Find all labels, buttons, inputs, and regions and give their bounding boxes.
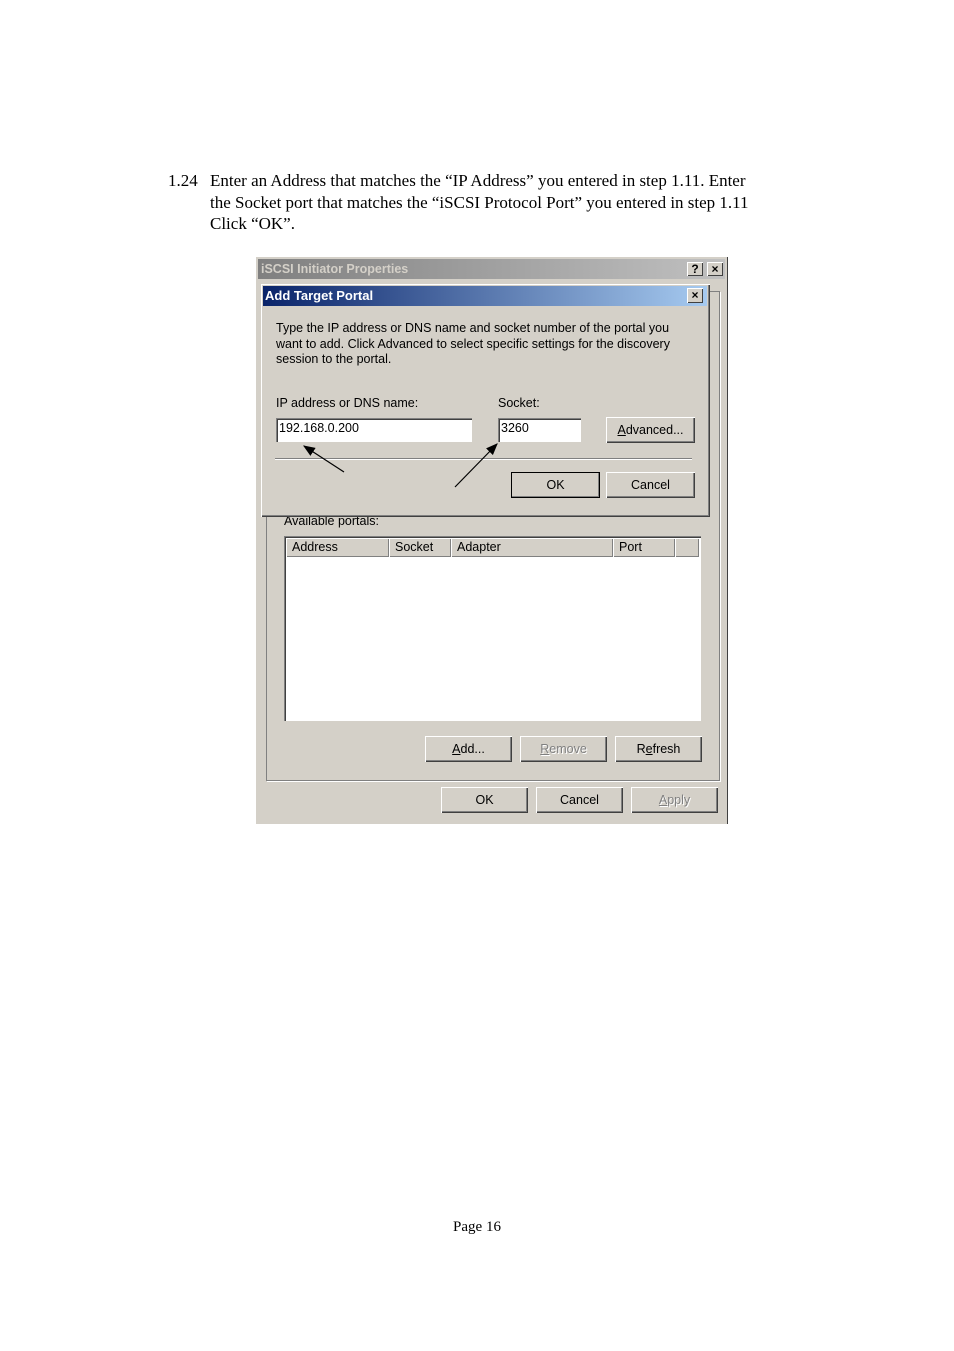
arrow-to-socket-field — [454, 443, 498, 488]
arrow-to-ip-field — [302, 445, 345, 473]
annotation-arrows — [302, 443, 498, 488]
page-number: Page 16 — [453, 1219, 501, 1235]
